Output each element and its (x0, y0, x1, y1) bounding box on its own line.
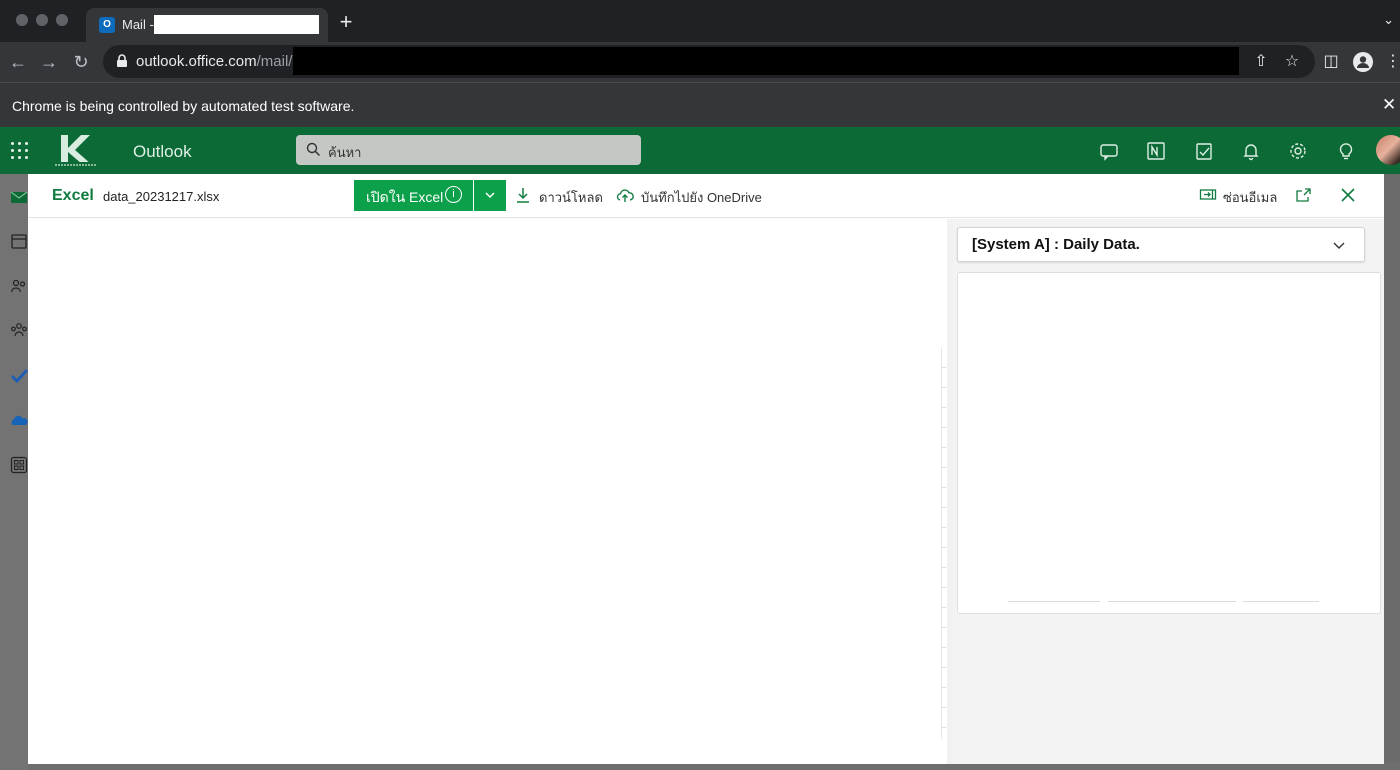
row-tick (942, 707, 946, 708)
my-day-icon[interactable] (1193, 140, 1215, 162)
kasikornthai-logo (51, 131, 101, 169)
side-panel-icon[interactable]: ◫ (1320, 51, 1342, 73)
row-tick (942, 587, 946, 588)
cloud-upload-icon[interactable] (616, 186, 634, 204)
hide-email-button[interactable]: ซ่อนอีเมล (1223, 187, 1277, 208)
onenote-icon[interactable] (1145, 140, 1167, 162)
calendar-icon[interactable] (10, 232, 28, 250)
more-menu-icon[interactable]: ⋮ (1382, 51, 1400, 73)
teams-chat-icon[interactable] (1098, 140, 1120, 162)
browser-toolbar: ← → ↻ outlook.office.com/mail/ ⇧ ☆ ◫ ⋮ (0, 42, 1400, 82)
app-launcher-icon[interactable] (11, 142, 28, 159)
browser-tab-bar: O Mail - + ⌄ (0, 0, 1400, 42)
todo-icon[interactable] (10, 367, 28, 385)
bookmark-star-icon[interactable]: ☆ (1282, 52, 1302, 72)
viewer-toolbar: Excel data_20231217.xlsx เปิดใน Excel i … (28, 174, 1384, 218)
url-text: outlook.office.com/mail/ (136, 53, 293, 70)
attachment-viewer: Excel data_20231217.xlsx เปิดใน Excel i … (28, 174, 1384, 764)
row-tick (942, 607, 946, 608)
row-tick (942, 527, 946, 528)
hide-email-icon[interactable] (1199, 186, 1217, 204)
sheet-side-pane: [System A] : Daily Data. (953, 219, 1384, 764)
info-icon[interactable]: i (445, 186, 462, 203)
lock-icon (117, 54, 127, 67)
app-title: Outlook (133, 142, 192, 161)
spreadsheet-canvas[interactable] (34, 219, 944, 764)
share-icon[interactable]: ⇧ (1251, 52, 1271, 72)
window-zoom-button[interactable] (56, 14, 68, 26)
row-tick (942, 647, 946, 648)
row-tick (942, 547, 946, 548)
row-tick (942, 627, 946, 628)
profile-icon[interactable] (1352, 51, 1374, 73)
search-icon (306, 142, 321, 157)
tab-title: Mail - (122, 17, 154, 32)
search-input[interactable]: ค้นหา (296, 135, 641, 165)
outlook-header: Outlook ค้นหา (0, 127, 1400, 174)
new-tab-button[interactable]: + (336, 10, 356, 34)
more-apps-icon[interactable] (10, 456, 28, 474)
gear-icon[interactable] (1287, 140, 1309, 162)
close-icon[interactable] (1340, 187, 1356, 203)
row-tick (942, 687, 946, 688)
close-icon[interactable]: ✕ (1382, 95, 1398, 115)
download-icon[interactable] (515, 186, 531, 204)
row-tick (942, 467, 946, 468)
redacted-block (154, 15, 319, 34)
placeholder-line (1243, 601, 1319, 602)
open-in-excel-label: เปิดใน Excel (366, 189, 444, 205)
viewer-file-name: data_20231217.xlsx (103, 189, 220, 204)
row-tick (942, 667, 946, 668)
avatar[interactable] (1376, 135, 1400, 165)
redacted-block (293, 47, 1239, 75)
row-tick (942, 427, 946, 428)
groups-icon[interactable] (10, 321, 28, 339)
address-bar[interactable]: outlook.office.com/mail/ ⇧ ☆ (103, 45, 1315, 78)
window-minimize-button[interactable] (36, 14, 48, 26)
infobar-text: Chrome is being controlled by automated … (12, 98, 355, 114)
search-placeholder: ค้นหา (328, 145, 362, 160)
download-button[interactable]: ดาวน์โหลด (539, 187, 603, 208)
automation-infobar: Chrome is being controlled by automated … (0, 82, 1400, 127)
pop-out-icon[interactable] (1295, 186, 1313, 204)
row-tick (942, 407, 946, 408)
lightbulb-icon[interactable] (1335, 140, 1357, 162)
people-icon[interactable] (10, 277, 28, 295)
mail-icon[interactable] (10, 188, 28, 206)
viewer-app-name: Excel (52, 187, 94, 204)
row-tick (942, 387, 946, 388)
row-tick (942, 447, 946, 448)
placeholder-line (1108, 601, 1236, 602)
browser-tab[interactable]: O Mail - (86, 8, 328, 42)
row-tick (942, 567, 946, 568)
placeholder-line (1008, 601, 1100, 602)
forward-button[interactable]: → (37, 50, 61, 74)
chevron-down-icon[interactable]: ⌄ (1383, 12, 1394, 28)
row-tick (942, 367, 946, 368)
sheet-selector-dropdown[interactable]: [System A] : Daily Data. (957, 227, 1365, 262)
bell-icon[interactable] (1240, 140, 1262, 162)
row-tick (942, 727, 946, 728)
back-button[interactable]: ← (6, 50, 30, 74)
open-options-dropdown[interactable] (474, 180, 506, 211)
open-in-excel-button[interactable]: เปิดใน Excel i (354, 180, 473, 211)
row-tick (942, 507, 946, 508)
outlook-icon: O (99, 17, 115, 33)
chevron-down-icon (1333, 242, 1345, 249)
chevron-down-icon (485, 192, 495, 199)
onedrive-icon[interactable] (10, 412, 28, 430)
reload-button[interactable]: ↻ (69, 50, 93, 74)
preview-card (957, 272, 1381, 614)
sheet-selector-value: [System A] : Daily Data. (972, 236, 1140, 253)
save-to-onedrive-button[interactable]: บันทึกไปยัง OneDrive (641, 187, 762, 208)
window-close-button[interactable] (16, 14, 28, 26)
row-tick (942, 487, 946, 488)
app-rail (0, 174, 28, 770)
